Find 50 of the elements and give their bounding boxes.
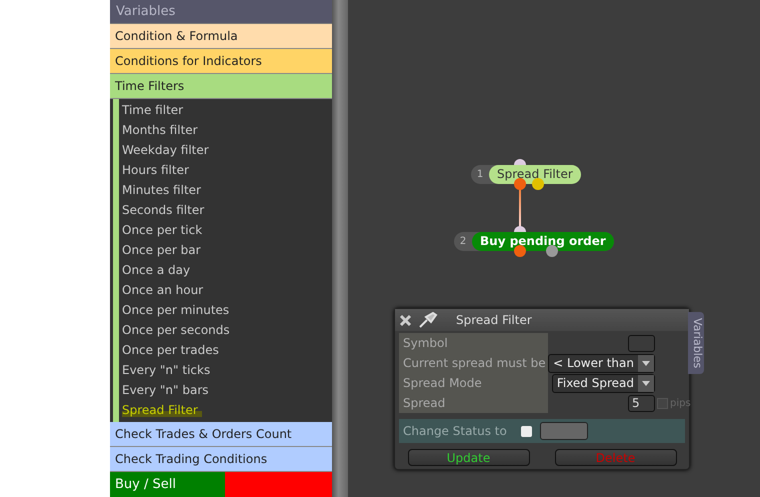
category-item[interactable]: Conditions for Indicators [110, 49, 332, 74]
filter-item[interactable]: Every "n" bars [122, 380, 213, 400]
filter-item[interactable]: Hours filter [122, 160, 193, 180]
category-item[interactable]: Check Trading Conditions [110, 447, 332, 472]
category-item[interactable]: Time Filters [110, 74, 332, 99]
category-item[interactable]: Check Trades & Orders Count [110, 422, 332, 447]
field-label: Current spread must be [399, 353, 548, 373]
field-label: Symbol [399, 333, 548, 353]
caret-icon [642, 380, 650, 386]
field-label: Spread [399, 393, 548, 413]
node-label: Spread Filter [489, 165, 581, 184]
dropdown[interactable]: Fixed Spread [552, 374, 655, 392]
update-button[interactable]: Update [408, 449, 530, 466]
filter-item[interactable]: Months filter [122, 120, 202, 140]
close-icon[interactable] [399, 314, 412, 326]
dialog-title: Spread Filter [456, 313, 532, 327]
panel-header: Variables [110, 0, 332, 24]
filter-item[interactable]: Once an hour [122, 280, 208, 300]
input-port-icon[interactable] [514, 159, 526, 165]
unit-label: pips [670, 398, 691, 408]
filter-item[interactable]: Once per tick [122, 220, 206, 240]
flow-node[interactable]: 2 Buy pending order [454, 232, 614, 251]
filter-item[interactable]: Once per seconds [122, 320, 234, 340]
variables-tab[interactable]: Variables [688, 312, 704, 374]
filter-item[interactable]: Minutes filter [122, 180, 205, 200]
filter-item[interactable]: Once per bar [122, 240, 204, 260]
dropdown[interactable]: < Lower than [548, 354, 655, 372]
checkbox[interactable] [657, 398, 668, 408]
input-port-icon[interactable] [514, 226, 526, 232]
filter-item[interactable]: Once a day [122, 260, 194, 280]
node-number: 2 [458, 236, 468, 247]
checkbox[interactable] [521, 426, 532, 436]
pin-icon[interactable] [418, 312, 438, 328]
filter-item[interactable]: Seconds filter [122, 200, 208, 220]
category-item[interactable]: Buy / Sell [110, 472, 225, 497]
caret-icon [642, 360, 650, 366]
filter-item[interactable]: Weekday filter [122, 140, 213, 160]
symbol-field[interactable] [628, 334, 655, 352]
field-label: Spread Mode [399, 373, 548, 393]
node-number: 1 [476, 169, 484, 180]
filter-item[interactable]: Every "n" ticks [122, 360, 214, 380]
category-item[interactable]: Condition & Formula [110, 24, 332, 49]
field-label: Change Status to [403, 424, 508, 438]
filter-item[interactable]: Once per trades [122, 340, 223, 360]
filter-item[interactable]: Once per minutes [122, 300, 234, 320]
node-label: Buy pending order [472, 232, 614, 251]
filter-item[interactable]: Time filter [122, 100, 188, 120]
status-field[interactable] [540, 422, 588, 440]
spread-field[interactable]: 5 [628, 394, 655, 412]
flow-node[interactable]: 1 Spread Filter [471, 165, 581, 184]
